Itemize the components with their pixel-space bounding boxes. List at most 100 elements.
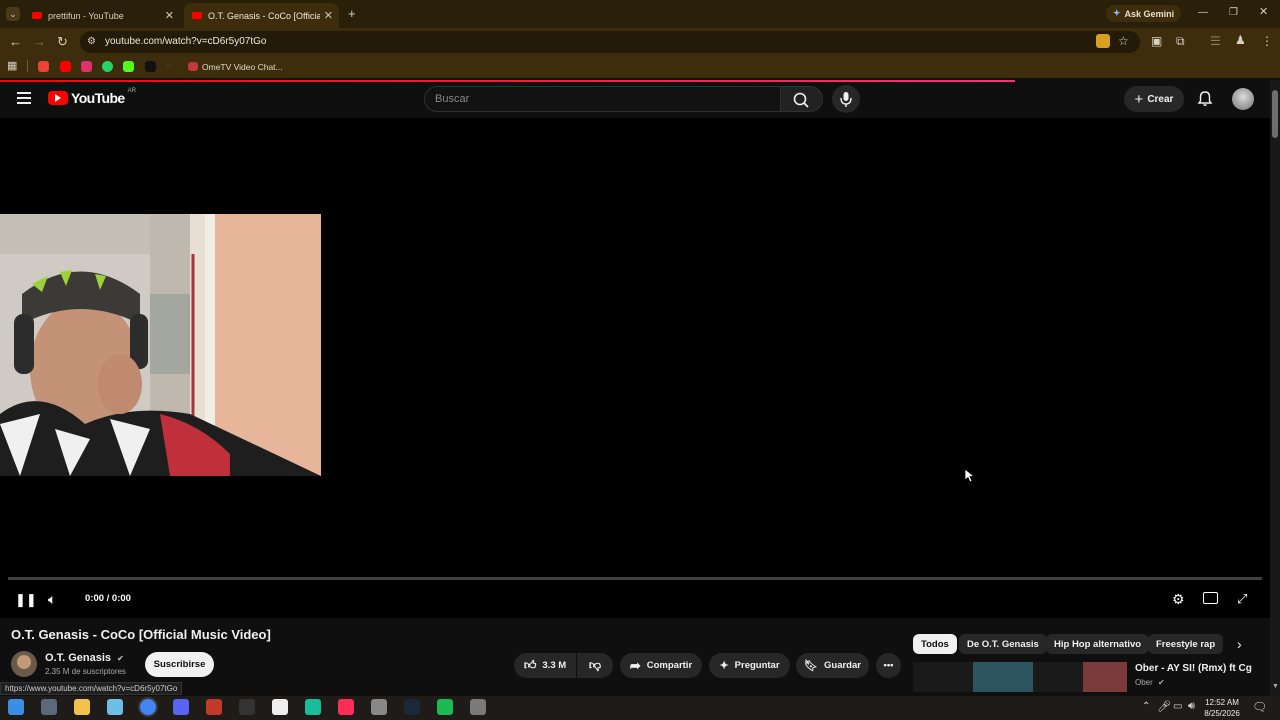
save-label: Guardar xyxy=(824,660,861,671)
voice-search-button[interactable] xyxy=(832,85,860,113)
youtube-logo[interactable]: YouTube AR xyxy=(48,88,136,106)
verified-badge-icon: ✔ xyxy=(117,654,124,663)
close-tab-icon[interactable]: ✕ xyxy=(324,9,333,22)
tab-ot-genasis[interactable]: O.T. Genasis - CoCo [Official M ✕ xyxy=(184,3,339,28)
taskbar-app-teal-icon[interactable] xyxy=(305,699,321,715)
bookmark-placeholder-icon[interactable]: ◌ xyxy=(166,61,172,72)
suggested-video-title[interactable]: Ober - AY SI! (Rmx) ft Cg xyxy=(1135,663,1252,674)
kick-bookmark-icon[interactable] xyxy=(123,61,134,72)
chips-next-icon[interactable]: › xyxy=(1237,636,1242,652)
more-actions-button[interactable]: ••• xyxy=(876,653,901,678)
notifications-bell-icon[interactable] xyxy=(1197,90,1213,112)
taskbar-capcut-icon[interactable] xyxy=(272,699,288,715)
fullscreen-icon[interactable]: ⤢ xyxy=(1237,591,1247,607)
taskbar-chrome-icon[interactable] xyxy=(140,699,156,715)
channel-name[interactable]: O.T. Genasis ✔ xyxy=(45,652,124,664)
reload-icon[interactable]: ↻ xyxy=(57,35,68,48)
whatsapp-bookmark-icon[interactable] xyxy=(102,61,113,72)
taskbar-app-red-icon[interactable] xyxy=(206,699,222,715)
system-clock[interactable]: 12:52 AM 8/25/2026 xyxy=(1198,697,1246,719)
page-scrollbar[interactable] xyxy=(1270,80,1280,696)
like-button[interactable]: 👍︎ 3.3 M xyxy=(514,653,576,678)
microphone-icon xyxy=(840,92,852,107)
chip-freestyle-rap[interactable]: Freestyle rap xyxy=(1148,634,1224,654)
chip-alt-hip-hop[interactable]: Hip Hop alternativo xyxy=(1046,634,1150,654)
notification-center-icon[interactable]: 🗨︎ xyxy=(1252,700,1267,714)
ask-button[interactable]: ✦ Preguntar xyxy=(709,653,790,678)
like-count: 3.3 M xyxy=(542,660,567,671)
youtube-favicon-icon xyxy=(32,12,42,19)
bookmark-star-icon[interactable]: ☆ xyxy=(1118,34,1129,48)
minimize-icon[interactable]: — xyxy=(1198,8,1208,18)
volume-icon[interactable]: 🔈︎ xyxy=(48,591,56,608)
ask-gemini-button[interactable]: ✦ Ask Gemini xyxy=(1106,5,1182,22)
ask-gemini-label: Ask Gemini xyxy=(1124,8,1175,19)
profile-icon[interactable]: ♟ xyxy=(1235,34,1246,46)
taskbar-start-icon[interactable] xyxy=(8,699,24,715)
search-button[interactable] xyxy=(781,86,823,112)
network-icon[interactable]: ▭ xyxy=(1173,701,1182,712)
ometv-favicon-icon xyxy=(188,62,198,71)
settings-gear-icon[interactable]: ⚙ xyxy=(1172,591,1185,608)
dislike-button[interactable]: 👎︎ xyxy=(577,653,613,678)
share-button[interactable]: ➦ Compartir xyxy=(620,653,702,678)
chip-all[interactable]: Todos xyxy=(913,634,957,654)
close-tab-icon[interactable]: ✕ xyxy=(165,9,174,22)
ometv-bookmark[interactable]: OmeTV Video Chat... xyxy=(188,60,283,73)
create-button[interactable]: + Crear xyxy=(1124,86,1184,112)
taskbar-epic-games-icon[interactable] xyxy=(239,699,255,715)
chrome-menu-icon[interactable]: ⋮ xyxy=(1261,35,1273,47)
taskbar-steam-icon[interactable] xyxy=(404,699,420,715)
gmail-bookmark-icon[interactable] xyxy=(38,61,49,72)
play-pause-icon[interactable]: ❚❚ xyxy=(15,592,37,608)
theater-mode-icon[interactable] xyxy=(1203,592,1218,604)
channel-name-text: O.T. Genasis xyxy=(45,652,112,664)
scroll-down-icon[interactable]: ▼ xyxy=(1272,683,1279,690)
tab-prettifun[interactable]: prettifun - YouTube ✕ xyxy=(24,3,180,28)
extensions-icon[interactable]: ⧉ xyxy=(1176,35,1185,47)
clock-date: 8/25/2026 xyxy=(1204,709,1240,718)
instagram-bookmark-icon[interactable] xyxy=(81,61,92,72)
hamburger-menu-icon[interactable] xyxy=(17,92,31,104)
channel-avatar[interactable] xyxy=(11,651,37,677)
restore-icon[interactable]: ❐ xyxy=(1229,8,1238,18)
tray-microphone-icon[interactable]: 🎤︎ xyxy=(1157,700,1171,713)
taskbar-tiktok-app-icon[interactable] xyxy=(338,699,354,715)
site-info-icon[interactable]: ⚙ xyxy=(87,36,96,47)
taskbar-task-view-icon[interactable] xyxy=(41,699,57,715)
taskbar-spotify-icon[interactable] xyxy=(437,699,453,715)
taskbar-discord-icon[interactable] xyxy=(173,699,189,715)
account-avatar[interactable] xyxy=(1232,88,1254,110)
tiktok-bookmark-icon[interactable] xyxy=(145,61,156,72)
forward-icon[interactable]: → xyxy=(33,35,46,48)
search-input[interactable]: Buscar xyxy=(424,86,781,112)
install-app-icon[interactable] xyxy=(1096,34,1110,48)
taskbar-file-explorer-icon[interactable] xyxy=(74,699,90,715)
taskbar-notepad-icon[interactable] xyxy=(107,699,123,715)
subscribe-button[interactable]: Suscribirse xyxy=(145,652,214,677)
address-bar[interactable]: ⚙ youtube.com/watch?v=cD6r5y07tGo ☆ xyxy=(80,31,1140,53)
chip-channel[interactable]: De O.T. Genasis xyxy=(959,634,1047,654)
search-icon xyxy=(793,92,809,108)
speaker-icon[interactable]: 🔊︎ xyxy=(1188,700,1195,713)
seek-bar[interactable] xyxy=(8,577,1262,580)
save-button[interactable]: 🔖︎ Guardar xyxy=(796,653,869,678)
region-code: AR xyxy=(127,88,136,94)
suggested-video-channel[interactable]: Ober ✔ xyxy=(1135,678,1165,687)
scrollbar-thumb[interactable] xyxy=(1272,90,1278,138)
tab-groups-icon[interactable]: ▣ xyxy=(1151,35,1162,47)
new-tab-icon[interactable]: + xyxy=(348,7,356,20)
youtube-logo-text: YouTube xyxy=(71,90,125,106)
tray-overflow-icon[interactable]: ⌃ xyxy=(1142,701,1150,712)
reading-list-icon[interactable]: ☰ xyxy=(1210,35,1221,47)
create-label: Crear xyxy=(1147,93,1174,105)
youtube-bookmark-icon[interactable] xyxy=(60,61,71,72)
suggested-video-thumbnail[interactable] xyxy=(913,662,1127,692)
taskbar-obs-icon[interactable] xyxy=(371,699,387,715)
tab-search-icon[interactable]: ⌄ xyxy=(6,7,20,21)
back-icon[interactable]: ← xyxy=(9,35,22,48)
taskbar-app-game-icon[interactable] xyxy=(470,699,486,715)
browser-tab-strip: ⌄ prettifun - YouTube ✕ O.T. Genasis - C… xyxy=(0,0,1280,28)
close-window-icon[interactable]: ✕ xyxy=(1259,7,1268,18)
apps-grid-icon[interactable]: ▦ xyxy=(7,61,17,72)
